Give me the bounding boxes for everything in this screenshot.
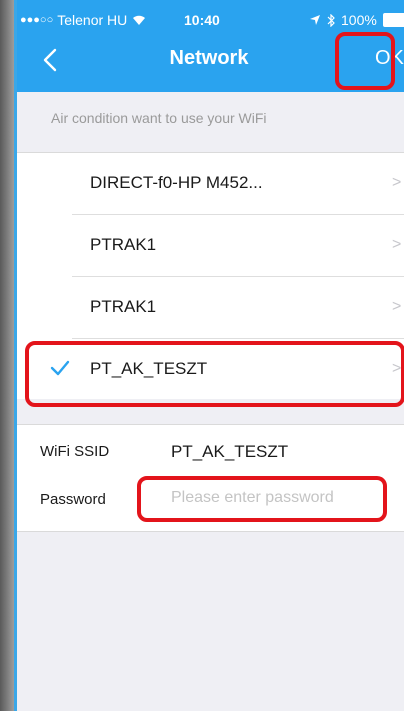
bluetooth-icon: [327, 13, 335, 27]
ssid-label: WiFi SSID: [40, 443, 110, 460]
ssid-value: PT_AK_TESZT: [171, 442, 289, 461]
signal-dots-icon: ●●●○○: [20, 14, 54, 26]
password-label: Password: [40, 491, 106, 508]
battery-percent: 100%: [341, 12, 377, 28]
network-name: PTRAK1: [90, 297, 157, 316]
highlight-box-password: [137, 476, 387, 522]
chevron-right-icon: >: [392, 236, 402, 253]
carrier-name: Telenor HU: [57, 12, 128, 28]
network-name: PTRAK1: [90, 235, 157, 254]
network-row[interactable]: DIRECT-f0-HP M452... >: [14, 153, 404, 213]
chevron-right-icon: >: [392, 298, 402, 315]
wifi-icon: [133, 15, 146, 25]
status-right: 100%: [309, 12, 404, 28]
frame-left-edge: [0, 0, 14, 711]
screen-edge: [14, 0, 17, 711]
network-name: DIRECT-f0-HP M452...: [90, 173, 263, 192]
wifi-hint-text: Air condition want to use your WiFi: [51, 110, 267, 126]
highlight-box-ok: [335, 32, 395, 90]
status-time: 10:40: [184, 12, 220, 28]
battery-icon: [382, 13, 404, 27]
carrier-info: ●●●○○ Telenor HU: [20, 12, 147, 28]
chevron-right-icon: >: [392, 174, 402, 191]
highlight-box-selected-network: [25, 341, 404, 407]
network-row[interactable]: PTRAK1 >: [14, 215, 404, 275]
location-arrow-icon: [310, 15, 320, 25]
network-row[interactable]: PTRAK1 >: [14, 277, 404, 337]
